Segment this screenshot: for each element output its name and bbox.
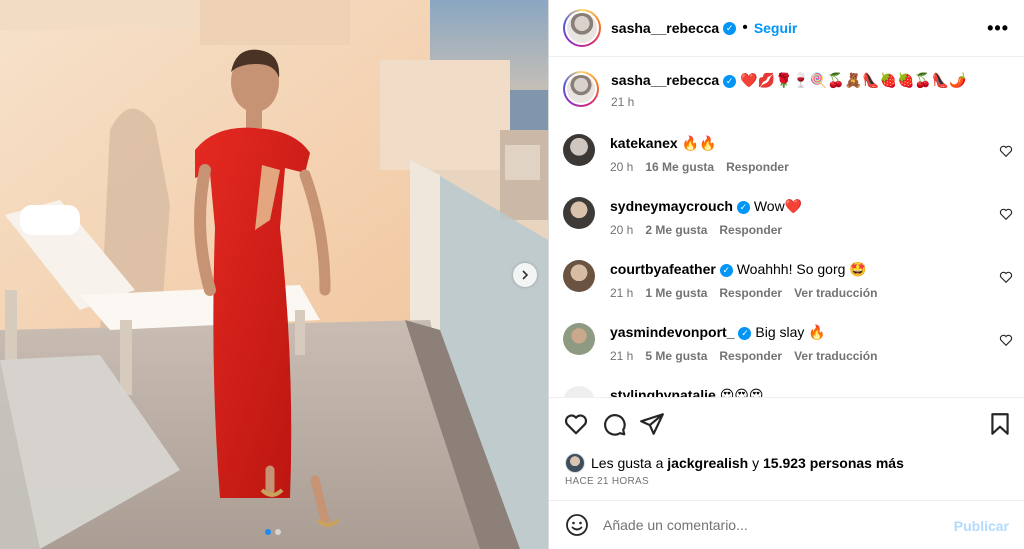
comment-time: 20 h xyxy=(610,160,634,174)
see-translation-button[interactable]: Ver traducción xyxy=(794,286,877,300)
smiley-icon[interactable] xyxy=(565,513,589,537)
send-icon[interactable] xyxy=(639,411,665,437)
comment-likes[interactable]: 1 Me gusta xyxy=(645,286,707,300)
comment-row: katekanex 🔥🔥 20 h 16 Me gusta Responder xyxy=(563,134,1013,174)
comment-row: courtbyafeather ✓ Woahhh! So gorg 🤩 21 h … xyxy=(563,260,1013,300)
caption-username[interactable]: sasha__rebecca xyxy=(611,72,719,88)
reply-button[interactable]: Responder xyxy=(719,223,782,237)
comment-likes[interactable]: 2 Me gusta xyxy=(645,223,707,237)
comment-avatar[interactable] xyxy=(563,386,595,397)
comment-row: sydneymaycrouch ✓ Wow❤️ 20 h 2 Me gusta R… xyxy=(563,197,1013,237)
carousel-next-button[interactable] xyxy=(513,263,537,287)
comment-heart-icon[interactable] xyxy=(999,207,1013,221)
likes-prefix: Les gusta a xyxy=(591,455,664,471)
add-comment-input[interactable] xyxy=(603,517,943,533)
carousel-dot-2 xyxy=(275,529,281,535)
reply-button[interactable]: Responder xyxy=(719,286,782,300)
comment-time: 21 h xyxy=(610,286,634,300)
comment-likes[interactable]: 5 Me gusta xyxy=(645,349,707,363)
verified-badge-icon: ✓ xyxy=(736,200,750,214)
comment-likes[interactable]: 16 Me gusta xyxy=(645,160,714,174)
comment-avatar[interactable] xyxy=(563,323,595,355)
comment-text: Wow❤️ xyxy=(753,198,803,214)
comment-avatar[interactable] xyxy=(563,197,595,229)
comment-text: Woahhh! So gorg 🤩 xyxy=(736,261,867,277)
verified-badge-icon: ✓ xyxy=(723,74,737,88)
likes-conjunction: y xyxy=(752,455,760,471)
comment-text: 🔥🔥 xyxy=(681,135,717,151)
post-timestamp[interactable]: HACE 21 HORAS xyxy=(565,476,649,487)
comment-text: Big slay 🔥 xyxy=(755,324,826,340)
verified-badge-icon: ✓ xyxy=(719,263,733,277)
caption-row: sasha__rebecca ✓ ❤️💋🌹🍷🍭🍒🧸👠🍓🍓🍒👠🌶️ 21 h xyxy=(563,71,1013,109)
comment-row: yasmindevonport_ ✓ Big slay 🔥 21 h 5 Me g… xyxy=(563,323,1013,363)
more-options-icon[interactable]: ••• xyxy=(987,18,1009,39)
comments-list[interactable]: sasha__rebecca ✓ ❤️💋🌹🍷🍭🍒🧸👠🍓🍓🍒👠🌶️ 21 h kat… xyxy=(549,57,1024,397)
header-username[interactable]: sasha__rebecca xyxy=(611,20,719,36)
verified-badge-icon: ✓ xyxy=(738,326,752,340)
heart-icon[interactable] xyxy=(563,411,589,437)
action-bar xyxy=(549,397,1024,449)
reply-button[interactable]: Responder xyxy=(726,160,789,174)
carousel-dots xyxy=(265,529,281,535)
comment-heart-icon[interactable] xyxy=(999,270,1013,284)
comment-heart-icon[interactable] xyxy=(999,144,1013,158)
comment-username[interactable]: yasmindevonport_ xyxy=(610,324,734,340)
comment-avatar[interactable] xyxy=(563,134,595,166)
caption-time: 21 h xyxy=(611,95,635,109)
chevron-right-icon xyxy=(522,270,529,280)
header-separator: • xyxy=(742,19,748,36)
caption-text: ❤️💋🌹🍷🍭🍒🧸👠🍓🍓🍒👠🌶️ xyxy=(740,72,967,88)
publish-button[interactable]: Publicar xyxy=(954,518,1009,534)
comment-heart-icon[interactable] xyxy=(999,333,1013,347)
caption-avatar[interactable] xyxy=(563,71,599,107)
bookmark-icon[interactable] xyxy=(987,411,1013,437)
post-header: sasha__rebecca ✓ • Seguir ••• xyxy=(549,0,1024,57)
follow-button[interactable]: Seguir xyxy=(754,20,798,36)
carousel-dot-1 xyxy=(265,529,271,535)
avatar[interactable] xyxy=(563,9,601,47)
reply-button[interactable]: Responder xyxy=(719,349,782,363)
comment-row: stylingbynatalie 😍😍😍 xyxy=(563,386,1013,397)
comment-icon[interactable] xyxy=(601,411,627,437)
comment-username[interactable]: stylingbynatalie xyxy=(610,387,716,397)
comment-time: 21 h xyxy=(610,349,634,363)
likes-count[interactable]: 15.923 personas más xyxy=(763,455,904,471)
verified-badge-icon: ✓ xyxy=(723,21,737,35)
liker-username[interactable]: jackgrealish xyxy=(667,455,748,471)
comment-username[interactable]: sydneymaycrouch xyxy=(610,198,733,214)
see-translation-button[interactable]: Ver traducción xyxy=(794,349,877,363)
post-photo[interactable] xyxy=(0,0,548,549)
likes-summary[interactable]: Les gusta a jackgrealish y 15.923 person… xyxy=(565,453,904,473)
comment-username[interactable]: katekanex xyxy=(610,135,678,151)
comment-avatar[interactable] xyxy=(563,260,595,292)
post-side-panel: sasha__rebecca ✓ • Seguir ••• sasha__reb… xyxy=(548,0,1024,549)
add-comment-bar: Publicar xyxy=(549,500,1024,549)
photo-scene xyxy=(0,0,548,549)
liker-avatar[interactable] xyxy=(565,453,585,473)
comment-time: 20 h xyxy=(610,223,634,237)
comment-text: 😍😍😍 xyxy=(719,387,764,397)
comment-username[interactable]: courtbyafeather xyxy=(610,261,716,277)
